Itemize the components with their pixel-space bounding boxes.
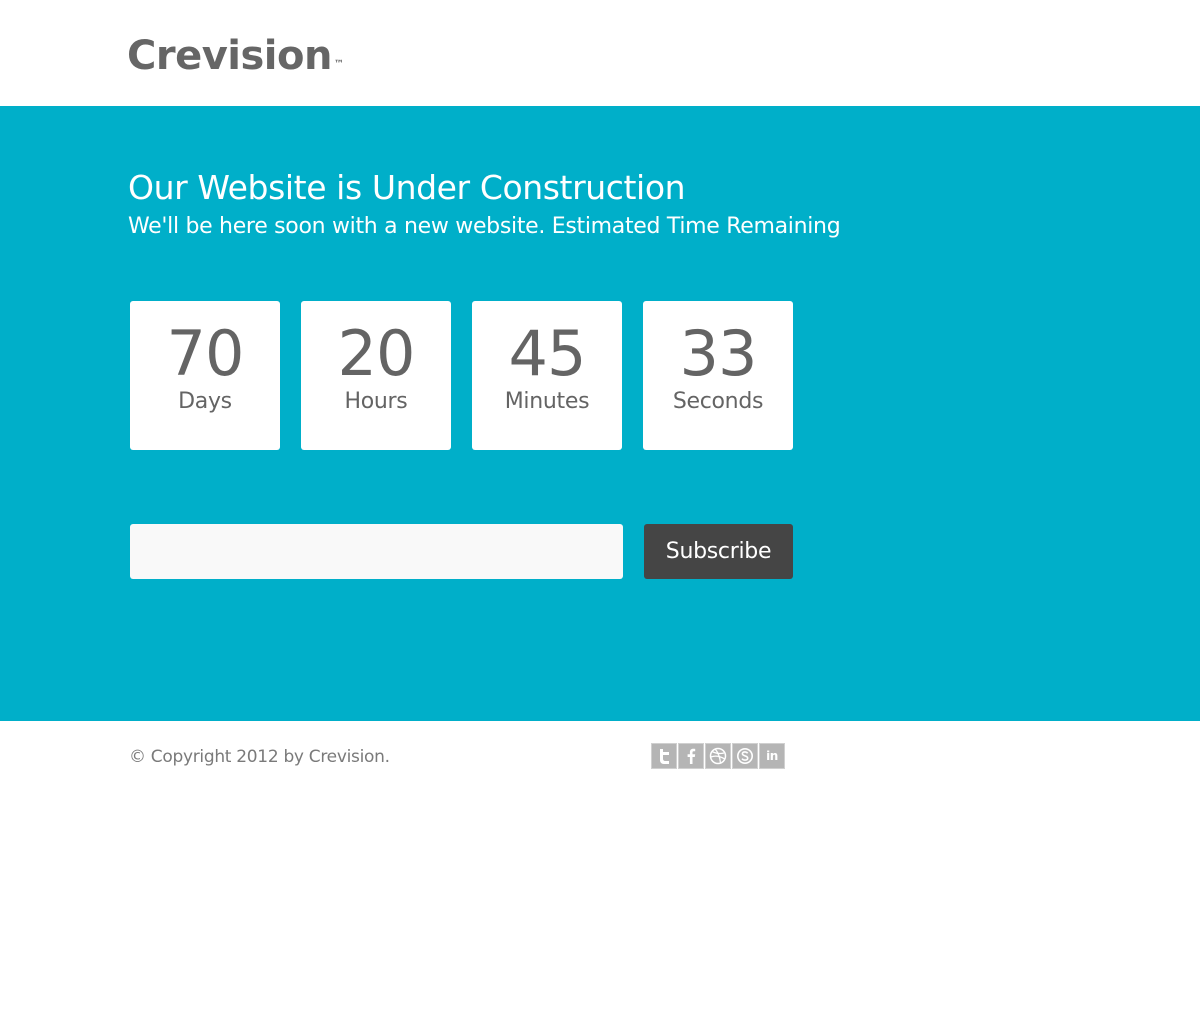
countdown-minutes: 45 Minutes xyxy=(472,301,622,450)
countdown-unit: Days xyxy=(178,389,232,414)
logo[interactable]: Crevision ™ xyxy=(127,30,344,82)
subscribe-button[interactable]: Subscribe xyxy=(644,524,793,579)
dribbble-icon[interactable] xyxy=(705,743,731,769)
countdown-hours: 20 Hours xyxy=(301,301,451,450)
countdown-value: 70 xyxy=(166,317,245,390)
countdown-unit: Minutes xyxy=(504,389,590,414)
countdown-seconds: 33 Seconds xyxy=(643,301,793,450)
social-links: in xyxy=(651,743,785,769)
twitter-icon[interactable] xyxy=(651,743,677,769)
facebook-icon[interactable] xyxy=(678,743,704,769)
site-header: Crevision ™ xyxy=(0,0,1200,106)
page-title: Our Website is Under Construction xyxy=(128,168,686,207)
skype-icon[interactable] xyxy=(732,743,758,769)
logo-text: Crevision xyxy=(127,33,332,79)
linkedin-glyph: in xyxy=(766,749,778,763)
countdown-value: 20 xyxy=(337,317,416,390)
countdown-unit: Seconds xyxy=(672,389,764,414)
countdown-unit: Hours xyxy=(344,389,408,414)
countdown-value: 45 xyxy=(508,317,587,390)
email-field[interactable] xyxy=(130,524,623,579)
trademark-mark: ™ xyxy=(333,59,344,70)
countdown-value: 33 xyxy=(679,317,758,390)
page-subtitle: We'll be here soon with a new website. E… xyxy=(128,214,841,239)
copyright-text: © Copyright 2012 by Crevision. xyxy=(129,747,390,767)
site-footer: © Copyright 2012 by Crevision. in xyxy=(0,721,1200,1020)
hero-section: Our Website is Under Construction We'll … xyxy=(0,106,1200,721)
countdown-days: 70 Days xyxy=(130,301,280,450)
linkedin-icon[interactable]: in xyxy=(759,743,785,769)
